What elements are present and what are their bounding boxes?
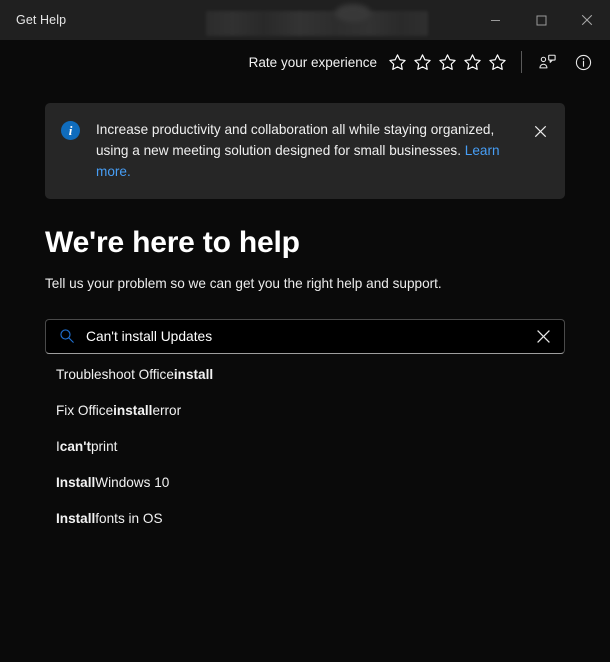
window-title: Get Help <box>16 13 67 27</box>
rating-toolbar: Rate your experience <box>0 40 610 84</box>
main-content: i Increase productivity and collaboratio… <box>0 84 610 662</box>
title-bar: Get Help <box>0 0 610 40</box>
promo-banner: i Increase productivity and collaboratio… <box>45 103 565 199</box>
star-outline-icon <box>439 53 456 70</box>
star-5-button[interactable] <box>486 51 509 74</box>
minimize-icon <box>490 19 500 21</box>
suggestion-highlight: install <box>173 367 214 383</box>
star-outline-icon <box>389 53 406 70</box>
suggestion-suffix: Windows 10 <box>95 475 170 491</box>
page-title: We're here to help <box>45 226 300 259</box>
close-icon <box>534 125 546 137</box>
suggestion-highlight: Install <box>56 511 96 527</box>
redacted-account-field <box>206 11 428 36</box>
star-outline-icon <box>464 53 481 70</box>
close-icon <box>536 329 550 343</box>
star-2-button[interactable] <box>411 51 434 74</box>
help-info-button[interactable] <box>568 47 598 77</box>
search-suggestions-list: Troubleshoot Office install Fix Office i… <box>45 357 565 537</box>
suggestion-suffix: error <box>152 403 182 419</box>
close-icon <box>581 14 593 26</box>
suggestion-highlight: can't <box>59 439 91 455</box>
suggestion-prefix: Fix Office <box>56 403 114 419</box>
star-rating[interactable] <box>386 51 509 74</box>
star-1-button[interactable] <box>386 51 409 74</box>
send-feedback-button[interactable] <box>532 47 562 77</box>
star-outline-icon <box>414 53 431 70</box>
page-subtitle: Tell us your problem so we can get you t… <box>45 275 442 291</box>
suggestion-suffix: print <box>90 439 118 455</box>
suggestion-item[interactable]: Troubleshoot Office install <box>45 357 565 393</box>
search-box[interactable] <box>45 318 565 354</box>
star-4-button[interactable] <box>461 51 484 74</box>
suggestion-suffix: fonts in OS <box>95 511 163 527</box>
star-3-button[interactable] <box>436 51 459 74</box>
toolbar-divider <box>521 51 522 73</box>
minimize-button[interactable] <box>472 0 518 40</box>
suggestion-item[interactable]: Fix Office install error <box>45 393 565 429</box>
banner-close-button[interactable] <box>529 120 551 142</box>
suggestion-prefix: Troubleshoot Office <box>56 367 174 383</box>
banner-message: Increase productivity and collaboration … <box>96 119 515 182</box>
close-button[interactable] <box>564 0 610 40</box>
star-outline-icon <box>489 53 506 70</box>
maximize-button[interactable] <box>518 0 564 40</box>
suggestion-highlight: Install <box>56 475 96 491</box>
suggestion-highlight: install <box>113 403 153 419</box>
search-input[interactable] <box>75 319 530 353</box>
suggestion-item[interactable]: I can't print <box>45 429 565 465</box>
clear-search-button[interactable] <box>530 323 556 349</box>
suggestion-item[interactable]: Install Windows 10 <box>45 465 565 501</box>
maximize-icon <box>536 15 546 25</box>
rate-experience-label: Rate your experience <box>248 54 377 70</box>
feedback-person-icon <box>538 54 556 68</box>
suggestion-item[interactable]: Install fonts in OS <box>45 501 565 537</box>
search-icon <box>58 328 75 345</box>
get-help-window: Get Help Rate your experience i Increase… <box>0 0 610 662</box>
info-circle-icon <box>575 54 591 70</box>
info-icon: i <box>61 121 80 140</box>
window-controls <box>472 0 610 40</box>
banner-message-text: Increase productivity and collaboration … <box>96 122 495 158</box>
